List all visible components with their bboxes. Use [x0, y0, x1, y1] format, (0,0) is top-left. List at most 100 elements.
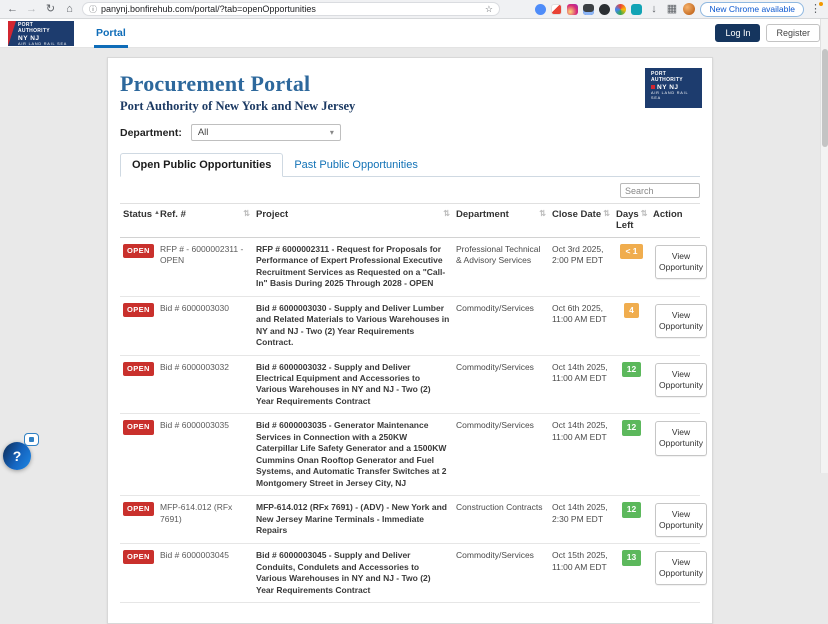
browser-toolbar: ← → ↻ ⌂ ⓘ panynj.bonfirehub.com/portal/?… — [0, 0, 828, 19]
table-row: OPEN Bid # 6000003030 Bid # 6000003030 -… — [120, 297, 700, 356]
logo-red-accent — [651, 85, 655, 89]
page-subtitle: Port Authority of New York and New Jerse… — [120, 99, 700, 114]
view-opportunity-button[interactable]: View Opportunity — [655, 245, 707, 279]
logo-red-accent — [8, 21, 16, 46]
column-header-ref[interactable]: Ref. # ⇅ — [157, 204, 253, 237]
auth-buttons: Log In Register — [715, 24, 820, 42]
view-opportunity-button[interactable]: View Opportunity — [655, 503, 707, 537]
department-cell: Construction Contracts — [453, 496, 549, 543]
port-authority-logo[interactable]: PORT AUTHORITY NY NJ AIR LAND RAIL SEA — [8, 21, 74, 46]
project-title: MFP-614.012 (RFx 7691) - (ADV) - New Yor… — [253, 496, 453, 543]
scrollbar-track — [820, 19, 828, 473]
extension-icon[interactable] — [567, 4, 578, 15]
chat-notification-bubble[interactable] — [24, 433, 39, 446]
status-badge: OPEN — [123, 362, 154, 376]
days-left-badge: 12 — [622, 420, 641, 435]
search-input[interactable] — [620, 183, 700, 198]
sort-icon: ⇅ — [443, 209, 450, 219]
extension-icon[interactable] — [535, 4, 546, 15]
view-opportunity-button[interactable]: View Opportunity — [655, 421, 707, 455]
procurement-portal-card: Procurement Portal Port Authority of New… — [107, 57, 713, 624]
sort-icon: ⇅ — [641, 209, 648, 219]
tab-past-public-opportunities[interactable]: Past Public Opportunities — [283, 154, 429, 176]
department-selected-value: All — [198, 127, 209, 138]
sort-icon: ⇅ — [603, 209, 610, 219]
days-left-badge: 12 — [622, 502, 641, 517]
extension-icon[interactable] — [615, 4, 626, 15]
update-notification-dot — [819, 2, 823, 6]
sort-icon: ⇅ — [539, 209, 546, 219]
column-header-department[interactable]: Department ⇅ — [453, 204, 549, 237]
project-title: RFP # 6000002311 - Request for Proposals… — [253, 238, 453, 296]
home-icon[interactable]: ⌂ — [63, 4, 76, 15]
download-icon[interactable]: ↓ — [647, 4, 660, 15]
table-row: OPEN RFP # - 6000002311 - OPEN RFP # 600… — [120, 238, 700, 297]
status-badge: OPEN — [123, 303, 154, 317]
page-title: Procurement Portal — [120, 71, 700, 97]
status-badge: OPEN — [123, 502, 154, 516]
department-cell: Professional Technical & Advisory Servic… — [453, 238, 549, 296]
status-badge: OPEN — [123, 420, 154, 434]
ref-number: MFP-614.012 (RFx 7691) — [157, 496, 253, 543]
project-title: Bid # 6000003032 - Supply and Deliver El… — [253, 356, 453, 414]
table-body: OPEN RFP # - 6000002311 - OPEN RFP # 600… — [120, 238, 700, 603]
department-dropdown[interactable]: All ▾ — [191, 124, 341, 141]
reload-icon[interactable]: ↻ — [44, 4, 57, 15]
status-badge: OPEN — [123, 550, 154, 564]
menu-kebab-icon[interactable]: ⋮ — [809, 4, 822, 15]
chevron-down-icon: ▾ — [330, 128, 334, 137]
extension-icon[interactable] — [631, 4, 642, 15]
scrollbar-thumb[interactable] — [822, 49, 828, 147]
view-opportunity-button[interactable]: View Opportunity — [655, 363, 707, 397]
column-header-days-left[interactable]: Days Left ⇅ — [613, 204, 650, 237]
ref-number: Bid # 6000003045 — [157, 544, 253, 602]
address-bar[interactable]: ⓘ panynj.bonfirehub.com/portal/?tab=open… — [82, 2, 500, 16]
back-icon[interactable]: ← — [6, 4, 19, 15]
ref-number: Bid # 6000003035 — [157, 414, 253, 495]
days-left-badge: < 1 — [620, 244, 642, 259]
extension-icon[interactable] — [583, 4, 594, 15]
column-header-status[interactable]: Status ▲ — [120, 204, 157, 237]
extension-icon[interactable] — [551, 4, 562, 15]
close-date-cell: Oct 14th 2025, 2:30 PM EDT — [549, 496, 613, 543]
extension-icon[interactable] — [599, 4, 610, 15]
ref-number: RFP # - 6000002311 - OPEN — [157, 238, 253, 296]
project-title: Bid # 6000003035 - Generator Maintenance… — [253, 414, 453, 495]
nav-portal[interactable]: Portal — [96, 27, 126, 39]
forward-icon[interactable]: → — [25, 4, 38, 15]
log-in-button[interactable]: Log In — [715, 24, 760, 42]
toolbar-right-group: ↓ ▦ New Chrome available ⋮ — [535, 2, 822, 17]
chat-bubble-icon — [29, 437, 34, 442]
view-opportunity-button[interactable]: View Opportunity — [655, 551, 707, 585]
apps-grid-icon[interactable]: ▦ — [665, 4, 678, 15]
chrome-update-pill[interactable]: New Chrome available — [700, 2, 804, 17]
tab-open-public-opportunities[interactable]: Open Public Opportunities — [120, 153, 283, 177]
close-date-cell: Oct 14th 2025, 11:00 AM EDT — [549, 414, 613, 495]
department-cell: Commodity/Services — [453, 544, 549, 602]
question-mark-icon: ? — [13, 448, 22, 464]
profile-avatar[interactable] — [683, 3, 695, 15]
close-date-cell: Oct 14th 2025, 11:00 AM EDT — [549, 356, 613, 414]
column-header-project[interactable]: Project ⇅ — [253, 204, 453, 237]
sort-icon: ⇅ — [243, 209, 250, 219]
logo-text: NY NJ — [657, 84, 679, 91]
view-opportunity-button[interactable]: View Opportunity — [655, 304, 707, 338]
column-header-close-date[interactable]: Close Date ⇅ — [549, 204, 613, 237]
bookmark-star-icon[interactable]: ☆ — [485, 4, 493, 15]
logo-text: NY NJ — [18, 35, 72, 42]
register-button[interactable]: Register — [766, 24, 820, 42]
help-chat-button[interactable]: ? — [3, 442, 31, 470]
department-label: Department: — [120, 127, 182, 139]
table-header: Status ▲ Ref. # ⇅ Project ⇅ Department ⇅… — [120, 203, 700, 238]
close-date-cell: Oct 3rd 2025, 2:00 PM EDT — [549, 238, 613, 296]
ref-number: Bid # 6000003032 — [157, 356, 253, 414]
site-info-icon[interactable]: ⓘ — [89, 4, 97, 15]
port-authority-logo-card: PORT AUTHORITY NY NJ AIR LAND RAIL SEA — [645, 68, 702, 108]
days-left-badge: 13 — [622, 550, 641, 565]
opportunities-tab-bar: Open Public Opportunities Past Public Op… — [120, 153, 700, 177]
days-left-badge: 4 — [624, 303, 639, 318]
close-date-cell: Oct 15th 2025, 11:00 AM EDT — [549, 544, 613, 602]
project-title: Bid # 6000003030 - Supply and Deliver Lu… — [253, 297, 453, 355]
department-cell: Commodity/Services — [453, 414, 549, 495]
department-cell: Commodity/Services — [453, 356, 549, 414]
